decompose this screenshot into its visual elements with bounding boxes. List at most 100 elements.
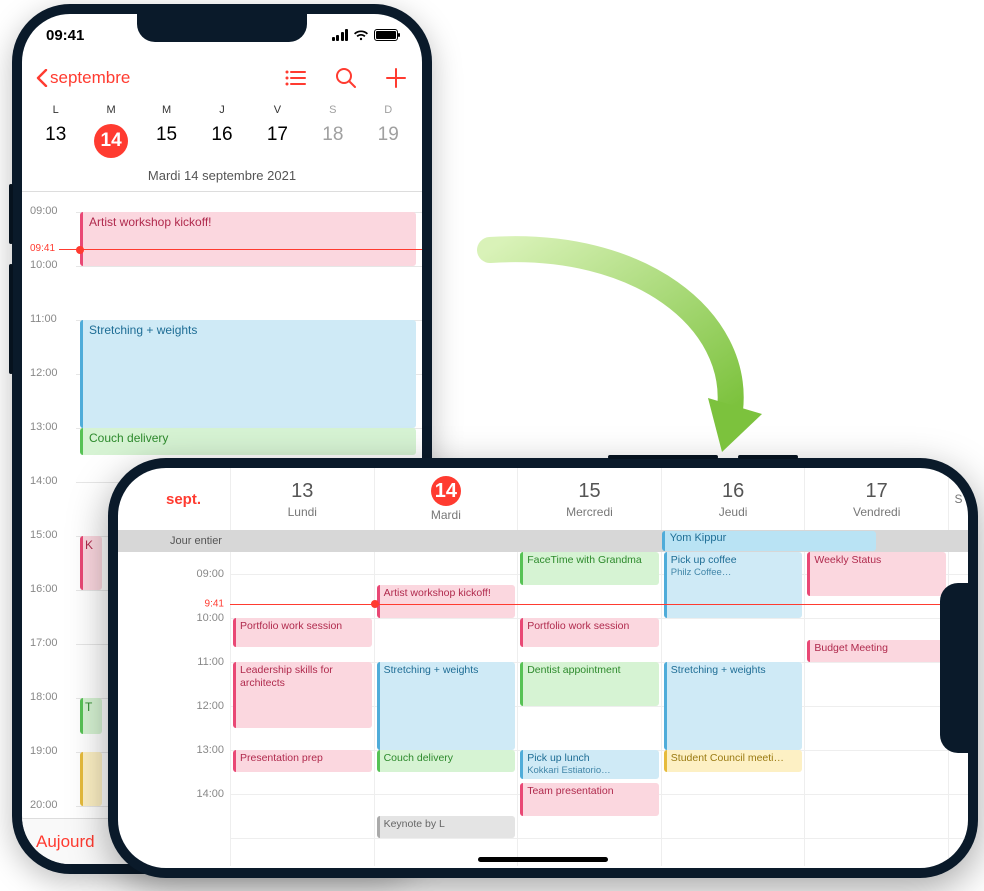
date-label: Mardi 14 septembre 2021 xyxy=(22,166,422,191)
add-event-button[interactable] xyxy=(384,66,408,90)
calendar-event[interactable]: Stretching + weights xyxy=(80,320,416,428)
hour-label: 16:00 xyxy=(30,583,58,595)
hour-label: 10:00 xyxy=(196,612,224,624)
dow-label: J xyxy=(194,100,249,116)
day-number[interactable]: 13 xyxy=(28,116,83,166)
month-button[interactable]: sept. xyxy=(166,468,230,530)
allday-row: Jour entier Yom Kippur xyxy=(118,530,968,552)
chevron-left-icon xyxy=(36,69,48,87)
week-header: LMMJVSD 13141516171819 xyxy=(22,100,422,166)
landscape-day-column[interactable]: Weekly Status Budget Meeting xyxy=(804,552,948,866)
battery-icon xyxy=(374,29,398,41)
hour-label: 12:00 xyxy=(30,367,58,379)
month-short-label: sept. xyxy=(166,491,230,508)
hour-label: 10:00 xyxy=(30,259,58,271)
calendar-event[interactable]: T xyxy=(80,698,102,734)
landscape-day-header: S xyxy=(948,468,968,530)
calendar-event[interactable]: Artist workshop kickoff! xyxy=(377,585,516,618)
hour-label: 11:00 xyxy=(197,656,224,668)
day-number[interactable]: 14 xyxy=(83,116,138,166)
hour-label: 12:00 xyxy=(196,700,224,712)
hour-label: 09:00 xyxy=(196,568,224,580)
calendar-event[interactable]: Pick up lunchKokkari Estiatorio… xyxy=(520,750,659,779)
status-icons xyxy=(332,29,399,41)
landscape-day-column[interactable]: FaceTime with Grandma Portfolio work sess… xyxy=(517,552,661,866)
calendar-event[interactable]: FaceTime with Grandma xyxy=(520,552,659,585)
calendar-event[interactable]: Portfolio work session xyxy=(520,618,659,647)
landscape-grid[interactable]: 09:0010:0011:0012:0013:0014:009:41 Portf… xyxy=(118,552,968,866)
hour-label: 15:00 xyxy=(30,529,58,541)
calendar-event[interactable] xyxy=(80,752,102,806)
calendar-event[interactable]: Artist workshop kickoff! xyxy=(80,212,416,266)
list-icon xyxy=(285,69,307,87)
search-icon xyxy=(335,67,357,89)
search-button[interactable] xyxy=(334,66,358,90)
allday-slot[interactable]: Yom Kippur xyxy=(661,530,805,552)
allday-label: Jour entier xyxy=(166,530,230,552)
landscape-day-column[interactable]: Pick up coffeePhilz Coffee… Stretching + … xyxy=(661,552,805,866)
back-button[interactable]: septembre xyxy=(36,68,130,88)
day-number[interactable]: 16 xyxy=(194,116,249,166)
hour-label: 19:00 xyxy=(30,745,58,757)
landscape-screen: sept. 13Lundi14Mardi15Mercredi16Jeudi17V… xyxy=(118,468,968,868)
calendar-event[interactable]: Couch delivery xyxy=(377,750,516,772)
phone-landscape-frame: sept. 13Lundi14Mardi15Mercredi16Jeudi17V… xyxy=(108,458,978,878)
current-time-indicator xyxy=(230,604,968,605)
dow-label: M xyxy=(139,100,194,116)
hour-label: 18:00 xyxy=(30,691,58,703)
calendar-event[interactable]: Stretching + weights xyxy=(664,662,803,750)
wifi-icon xyxy=(353,29,369,41)
hour-label: 13:00 xyxy=(196,744,224,756)
cellular-signal-icon xyxy=(332,29,349,41)
rotate-arrow-icon xyxy=(460,230,780,470)
landscape-day-header[interactable]: 16Jeudi xyxy=(661,468,805,530)
hour-label: 14:00 xyxy=(196,788,224,800)
hour-label: 17:00 xyxy=(30,637,58,649)
calendar-event[interactable]: Keynote by L xyxy=(377,816,516,838)
navbar: septembre xyxy=(22,56,422,100)
list-view-button[interactable] xyxy=(284,66,308,90)
landscape-day-header[interactable]: 17Vendredi xyxy=(804,468,948,530)
today-button[interactable]: Aujourd xyxy=(36,832,95,852)
current-time-dot xyxy=(371,600,379,608)
dow-label: L xyxy=(28,100,83,116)
calendar-event[interactable]: Team presentation xyxy=(520,783,659,816)
calendar-event[interactable]: Stretching + weights xyxy=(377,662,516,750)
day-number[interactable]: 15 xyxy=(139,116,194,166)
landscape-day-column[interactable]: Portfolio work session Leadership skills … xyxy=(230,552,374,866)
landscape-day-header[interactable]: 15Mercredi xyxy=(517,468,661,530)
calendar-event[interactable]: Student Council meeti… xyxy=(664,750,803,772)
calendar-event[interactable]: Pick up coffeePhilz Coffee… xyxy=(664,552,803,618)
calendar-event[interactable]: Leadership skills for architects xyxy=(233,662,372,728)
calendar-event[interactable]: K xyxy=(80,536,102,590)
dow-label: S xyxy=(305,100,360,116)
calendar-event[interactable]: Dentist appointment xyxy=(520,662,659,706)
plus-icon xyxy=(385,67,407,89)
landscape-day-header[interactable]: 13Lundi xyxy=(230,468,374,530)
day-number[interactable]: 17 xyxy=(250,116,305,166)
back-label: septembre xyxy=(50,68,130,88)
hour-label: 13:00 xyxy=(30,421,58,433)
calendar-event[interactable]: Presentation prep xyxy=(233,750,372,772)
allday-slot[interactable] xyxy=(374,530,518,552)
landscape-day-column[interactable]: Artist workshop kickoff! Stretching + wei… xyxy=(374,552,518,866)
landscape-day-header[interactable]: 14Mardi xyxy=(374,468,518,530)
calendar-event[interactable]: Weekly Status xyxy=(807,552,946,596)
notch xyxy=(137,14,307,42)
allday-slot[interactable] xyxy=(230,530,374,552)
hour-label: 20:00 xyxy=(30,799,58,811)
calendar-event[interactable]: Budget Meeting xyxy=(807,640,946,662)
current-time-indicator: 09:41 xyxy=(30,249,422,250)
calendar-event[interactable]: Portfolio work session xyxy=(233,618,372,647)
notch xyxy=(940,583,968,753)
allday-slot[interactable] xyxy=(804,530,948,552)
status-time: 09:41 xyxy=(46,27,84,44)
dow-label: V xyxy=(250,100,305,116)
hour-label: 14:00 xyxy=(30,475,58,487)
allday-slot[interactable] xyxy=(517,530,661,552)
calendar-event[interactable]: Couch delivery xyxy=(80,428,416,455)
hour-label: 11:00 xyxy=(30,313,57,325)
landscape-week-header: sept. 13Lundi14Mardi15Mercredi16Jeudi17V… xyxy=(118,468,968,530)
day-number[interactable]: 18 xyxy=(305,116,360,166)
day-number[interactable]: 19 xyxy=(361,116,416,166)
